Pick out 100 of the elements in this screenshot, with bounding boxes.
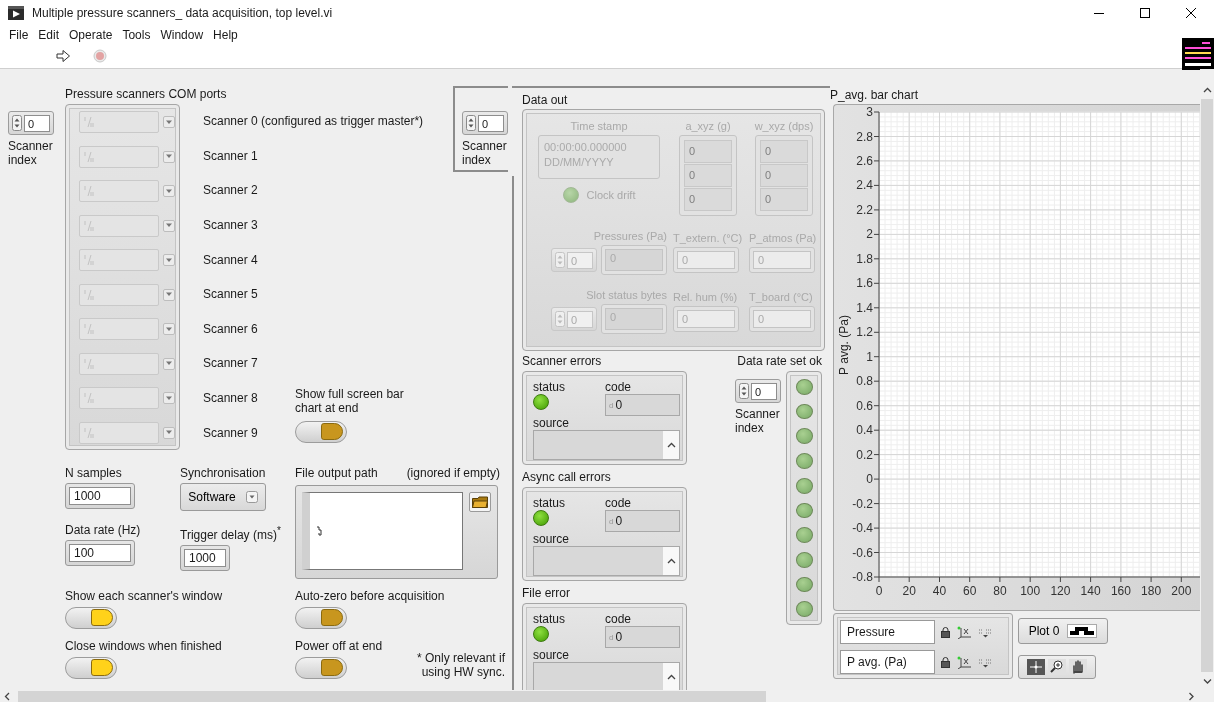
tick-label: 1 xyxy=(866,349,873,364)
control-label: Data rate (Hz) xyxy=(65,522,141,537)
menu-item[interactable]: Window xyxy=(155,28,209,42)
control-label: Trigger delay (ms)$^{*}$ xyxy=(180,524,281,542)
tick-label: -0.6 xyxy=(852,545,873,560)
scanner-label: Scanner 8 xyxy=(202,391,258,406)
tick-label: 200 xyxy=(1171,584,1192,598)
tick-label: 80 xyxy=(993,584,1007,598)
tick-label: 20 xyxy=(902,584,916,598)
tick-label: 0.6 xyxy=(856,398,873,413)
scanner-label: Scanner 1 xyxy=(202,148,258,163)
indicator-label: Time stamp xyxy=(570,120,628,132)
field-label: status xyxy=(533,612,566,626)
tick-label: 0.2 xyxy=(856,447,873,462)
tick-label: -0.2 xyxy=(852,496,873,511)
index-control[interactable]: 0 xyxy=(735,379,781,403)
menu-item[interactable]: Help xyxy=(208,28,243,42)
cluster-label: Scanner errors xyxy=(522,354,602,368)
numeric-field[interactable]: 1000 xyxy=(180,544,230,571)
scanner-label: Scanner 0 (configured as trigger master*) xyxy=(202,114,424,129)
tick-label: -0.8 xyxy=(852,570,873,584)
tick-label: 0.4 xyxy=(856,423,873,438)
cluster-label: Async call errors xyxy=(522,470,611,484)
tick-label: 100 xyxy=(1020,584,1041,598)
control-label: Show each scanner's window xyxy=(65,588,223,603)
field-label: code xyxy=(605,612,633,626)
numeric-indicator: 0 xyxy=(749,306,815,332)
control-label: Close windows when finished xyxy=(65,638,222,653)
field-label: source xyxy=(533,532,571,546)
control-label: Show full screen bar chart at end xyxy=(295,386,405,415)
control-label: Pressure scanners COM ports xyxy=(65,87,227,102)
control-label: Synchronisation xyxy=(180,465,266,480)
window-title: Multiple pressure scanners_ data acquisition, top level.vi xyxy=(32,6,333,20)
cluster-label: Data out xyxy=(522,93,568,107)
tick-label: 140 xyxy=(1080,584,1101,598)
tick-label: 1.6 xyxy=(856,276,873,291)
numeric-field[interactable]: 100 xyxy=(65,539,135,566)
scanner-label: Scanner 9 xyxy=(202,425,258,440)
field-label: source xyxy=(533,648,571,662)
menu-item[interactable]: Tools xyxy=(117,28,156,42)
control-label: Scanner index xyxy=(462,139,506,167)
field-label: source xyxy=(533,416,571,430)
axis-title: P avg. (Pa) xyxy=(837,315,851,375)
code-value: 0 xyxy=(615,398,623,412)
tick-label: 40 xyxy=(932,584,947,598)
tick-label: 2.2 xyxy=(856,202,873,217)
code-value: 0 xyxy=(615,630,623,644)
scanner-label: Scanner 5 xyxy=(202,287,258,302)
cluster-label: File error xyxy=(522,586,570,600)
scanner-label: Scanner 4 xyxy=(202,252,258,267)
tick-label: 0 xyxy=(875,584,883,598)
numeric-indicator: 0 xyxy=(749,247,815,273)
array-indicator: 0 0 0 xyxy=(679,135,737,216)
indicator-label: Data rate set ok xyxy=(737,354,822,368)
plot-legend[interactable]: Plot 0 xyxy=(1018,618,1108,644)
chart-title: P_avg. bar chart xyxy=(830,88,919,102)
menu-item[interactable]: Edit xyxy=(33,28,65,42)
control-label: Auto-zero before acquisition xyxy=(295,588,445,603)
tick-label: 3 xyxy=(866,105,873,119)
tick-label: 2.8 xyxy=(856,129,873,144)
tick-label: 0 xyxy=(866,472,873,487)
field-label: code xyxy=(605,380,633,394)
tick-label: 160 xyxy=(1110,584,1131,598)
tick-label: 1.4 xyxy=(856,300,873,315)
indicator-label: a_xyz (g) xyxy=(685,120,731,132)
numeric-indicator: 0 xyxy=(673,247,739,273)
tick-label: 1.8 xyxy=(856,251,873,266)
control-label: N samples xyxy=(65,465,122,480)
control-label: Scanner index xyxy=(8,139,52,167)
field-label: status xyxy=(533,380,566,394)
scanner-label: Scanner 7 xyxy=(202,356,258,371)
tick-label: 120 xyxy=(1050,584,1071,598)
menu-item[interactable]: File xyxy=(4,28,34,42)
numeric-indicator: 0 xyxy=(673,306,739,332)
control-label: File output path xyxy=(295,465,378,480)
tick-label: 180 xyxy=(1141,584,1162,598)
control-label: Scanner index xyxy=(735,407,779,435)
field-label: status xyxy=(533,496,566,510)
index-control[interactable]: 0 xyxy=(8,111,54,135)
field-label: code xyxy=(605,496,633,510)
tick-label: 1.2 xyxy=(856,325,873,340)
tick-label: 2 xyxy=(866,227,873,242)
scanner-label: Scanner 3 xyxy=(202,218,258,233)
tick-label: 0.8 xyxy=(856,374,873,389)
tick-label: 60 xyxy=(963,584,977,598)
control-label: Power off at end xyxy=(295,638,383,653)
control-label: (ignored if empty) xyxy=(406,465,500,480)
axis-name-field[interactable]: P avg. (Pa) xyxy=(840,650,935,674)
footnote: * Only relevant if using HW sync. xyxy=(415,650,505,679)
scanner-label: Scanner 6 xyxy=(202,321,258,336)
menu-item[interactable]: Operate xyxy=(64,28,118,42)
numeric-field[interactable]: 1000 xyxy=(65,482,135,509)
tick-label: -0.4 xyxy=(852,521,873,536)
array-indicator: 0 0 0 xyxy=(755,135,813,216)
scanner-label: Scanner 2 xyxy=(202,183,258,198)
sync-dropdown[interactable]: Software xyxy=(180,482,266,511)
code-value: 0 xyxy=(615,514,623,528)
indicator-label: w_xyz (dps) xyxy=(754,120,814,132)
axis-name-field[interactable]: Pressure xyxy=(840,620,935,644)
tick-label: 2.4 xyxy=(856,178,873,193)
